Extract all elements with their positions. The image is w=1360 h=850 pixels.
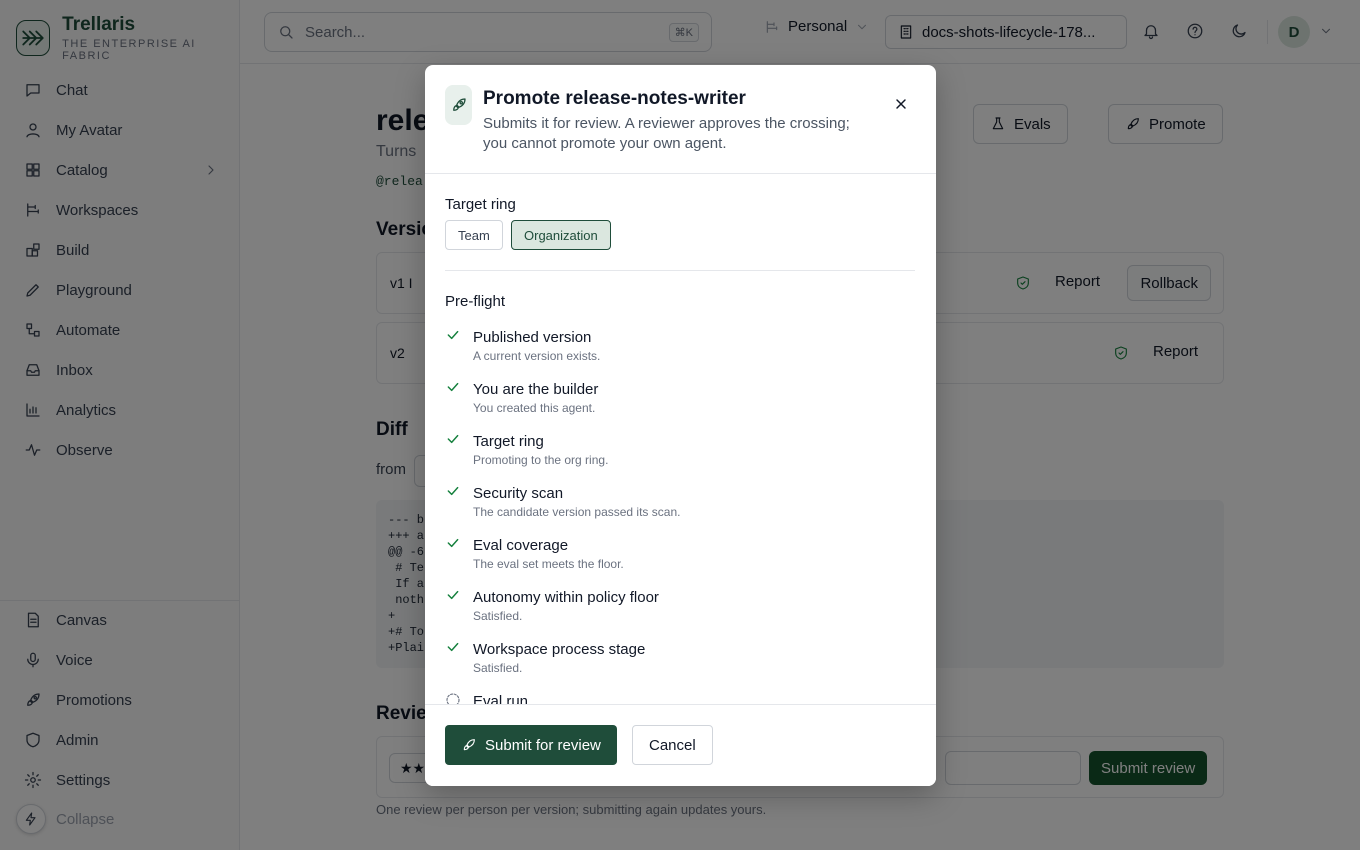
cancel-button[interactable]: Cancel (632, 725, 713, 765)
check-title: Workspace process stage (473, 641, 646, 658)
check-title: Security scan (473, 485, 564, 502)
dialog-header: Promote release-notes-writer Submits it … (425, 65, 936, 174)
check-detail: Satisfied. (473, 609, 523, 623)
dialog-body[interactable]: Target ring Team Organization Pre-flight… (425, 175, 936, 704)
list-item: Target ring Promoting to the org ring. (445, 429, 915, 481)
check-detail: The eval set meets the floor. (473, 557, 624, 571)
check-detail: The candidate version passed its scan. (473, 505, 681, 519)
rocket-icon (463, 739, 475, 751)
check-icon (447, 330, 459, 340)
list-item: Eval run (445, 689, 915, 704)
close-icon[interactable] (893, 96, 909, 112)
ring-option-team[interactable]: Team (445, 220, 503, 250)
preflight-label: Pre-flight (445, 293, 506, 310)
divider (445, 270, 915, 271)
ring-option-organization[interactable]: Organization (511, 220, 611, 250)
target-ring-label: Target ring (445, 196, 516, 213)
check-title: Eval coverage (473, 537, 569, 554)
submit-label: Submit for review (485, 736, 601, 754)
check-title: Eval run (473, 693, 529, 704)
check-detail: Satisfied. (473, 661, 523, 675)
check-icon (447, 434, 459, 444)
list-item: You are the builder You created this age… (445, 377, 915, 429)
check-icon (447, 382, 459, 392)
check-title: Target ring (473, 433, 544, 450)
dialog-footer: Submit for review Cancel (425, 704, 936, 786)
promote-dialog: Promote release-notes-writer Submits it … (425, 65, 936, 786)
check-title: Autonomy within policy floor (473, 589, 659, 606)
dialog-description: Submits it for review. A reviewer approv… (483, 115, 850, 152)
list-item: Workspace process stage Satisfied. (445, 637, 915, 689)
check-title: Published version (473, 329, 592, 346)
dialog-title: Promote release-notes-writer (483, 88, 746, 109)
check-title: You are the builder (473, 381, 599, 398)
check-icon (447, 590, 459, 600)
check-icon (447, 642, 459, 652)
check-icon (447, 538, 459, 548)
check-icon (447, 486, 459, 496)
check-detail: Promoting to the org ring. (473, 453, 609, 467)
preflight-checklist: Published version A current version exis… (445, 325, 915, 704)
check-detail: A current version exists. (473, 349, 601, 363)
list-item: Published version A current version exis… (445, 325, 915, 377)
list-item: Security scan The candidate version pass… (445, 481, 915, 533)
check-detail: You created this agent. (473, 401, 596, 415)
list-item: Eval coverage The eval set meets the flo… (445, 533, 915, 585)
list-item: Autonomy within policy floor Satisfied. (445, 585, 915, 637)
submit-for-review-button[interactable]: Submit for review (445, 725, 617, 765)
loading-circle-icon (446, 693, 460, 704)
rocket-icon (445, 85, 472, 125)
